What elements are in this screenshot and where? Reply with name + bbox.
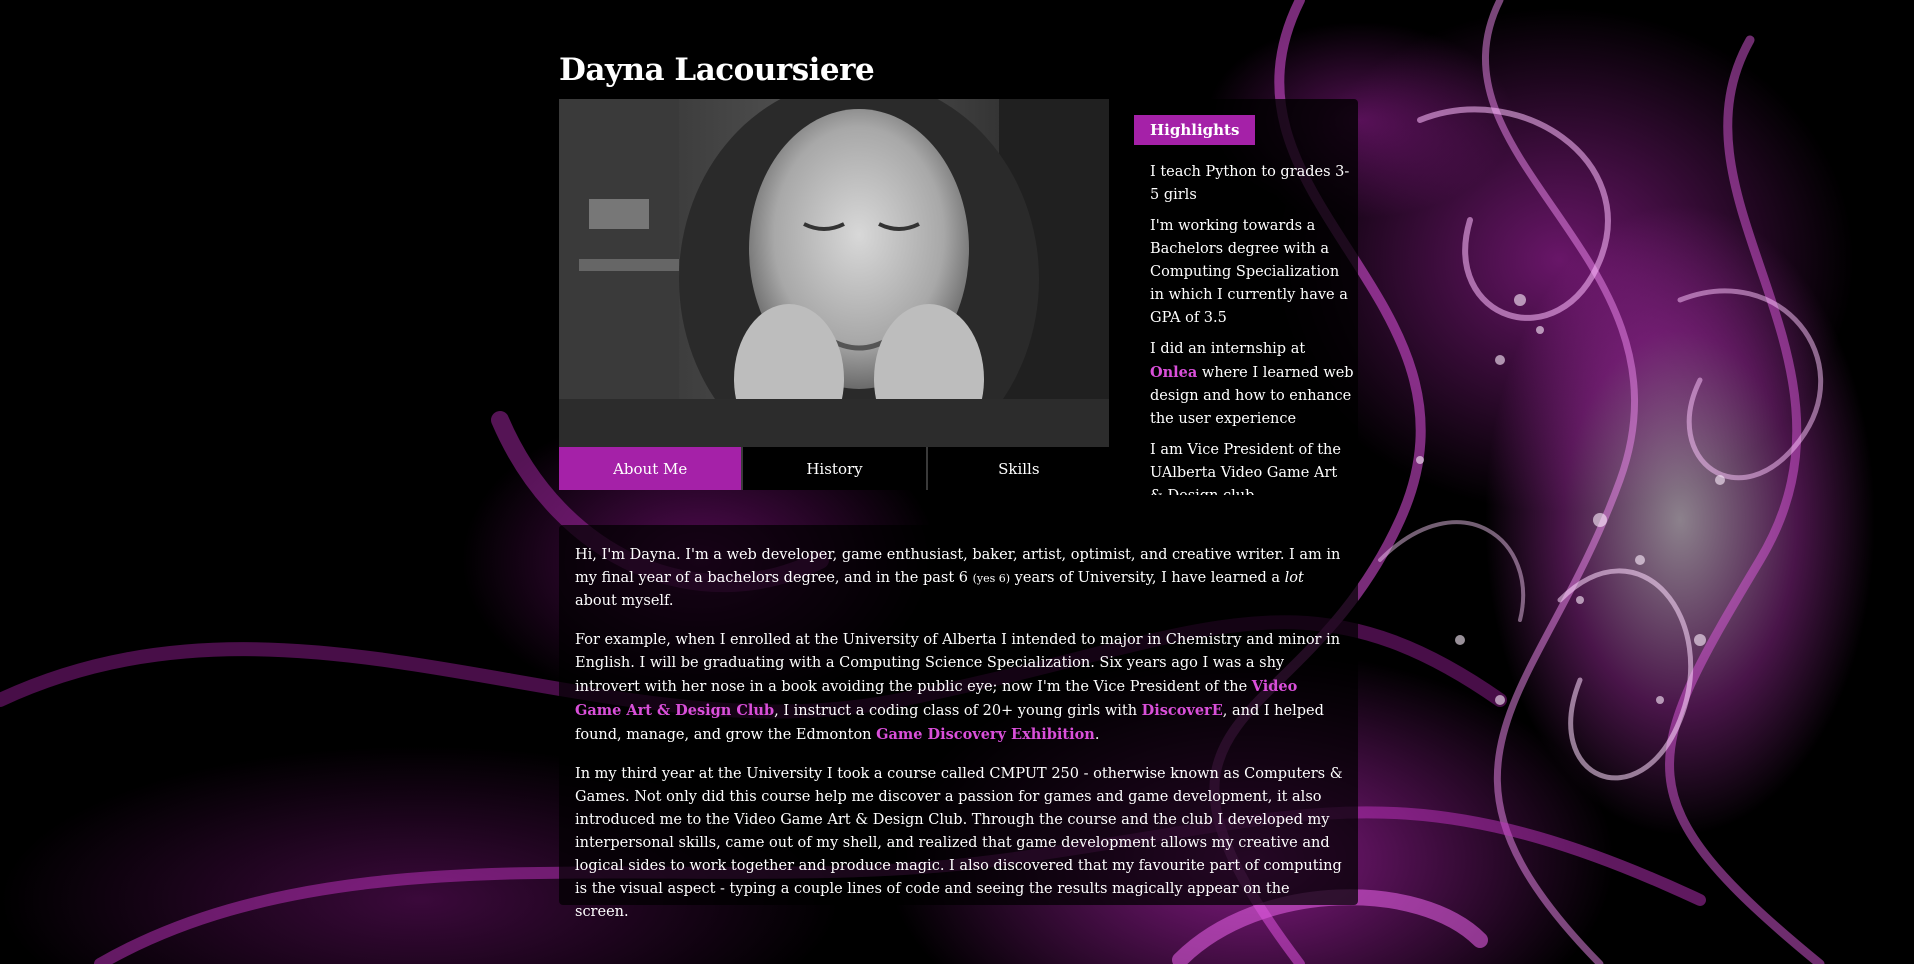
discovere-link[interactable]: DiscoverE [1142,702,1223,719]
highlight-item: I did an internship at Onlea where I lea… [1150,338,1354,431]
text: For example, when I enrolled at the Univ… [575,632,1341,695]
aside-text: (yes 6) [972,572,1011,585]
game-discovery-exhibition-link[interactable]: Game Discovery Exhibition [876,726,1095,743]
emphasis-text: lot [1284,570,1304,586]
text: , I instruct a coding class of 20+ young… [774,703,1142,719]
about-paragraph-3: In my third year at the University I too… [575,766,1343,920]
tab-about-me[interactable]: About Me [559,447,742,490]
highlights-list: I teach Python to grades 3-5 girls I'm w… [1150,161,1354,495]
about-paragraph-2: For example, when I enrolled at the Univ… [575,629,1347,747]
highlight-item: I'm working towards a Bachelors degree w… [1150,218,1348,326]
portrait-photo [559,99,1109,447]
highlight-item: I am Vice President of the UAlberta Vide… [1150,442,1341,495]
highlight-item: I teach Python to grades 3-5 girls [1150,164,1350,203]
tab-history[interactable]: History [741,447,926,490]
text: about myself. [575,593,674,609]
highlights-panel[interactable]: Highlights I teach Python to grades 3-5 … [1134,99,1358,495]
text: . [1094,727,1100,743]
onlea-link[interactable]: Onlea [1150,364,1197,381]
about-content-panel: Hi, I'm Dayna. I'm a web developer, game… [559,525,1358,920]
text: years of University, I have learned a [1010,570,1285,586]
tab-skills[interactable]: Skills [925,447,1110,490]
highlights-title: Highlights [1134,115,1256,145]
page-title: Dayna Lacoursiere [559,52,875,88]
section-tabs: About Me History Skills [559,447,1110,490]
highlight-text: I did an internship at [1150,341,1306,357]
about-paragraph-1: Hi, I'm Dayna. I'm a web developer, game… [575,544,1347,613]
